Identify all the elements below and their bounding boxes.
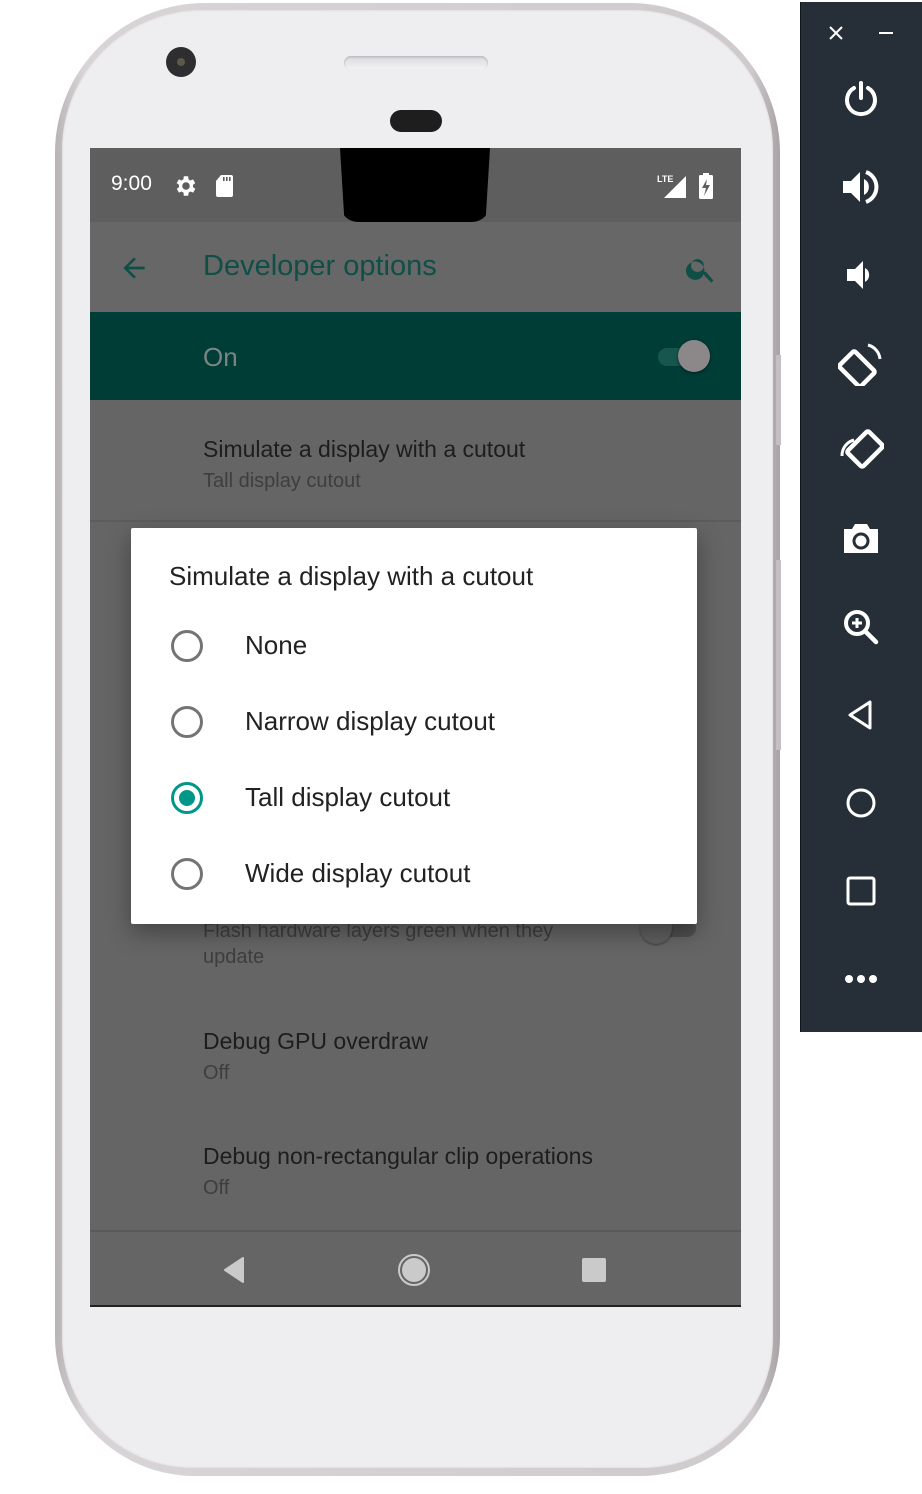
pref-title: Debug GPU overdraw (203, 1028, 428, 1054)
radio-button-checked[interactable] (171, 782, 203, 814)
device-screen: 9:00 LTE Developer options On Simulate a… (90, 148, 741, 1307)
battery-charging-icon (699, 173, 713, 199)
pref-summary: Off (203, 1177, 230, 1199)
minimize-window-button[interactable] (873, 20, 899, 46)
dialog-title: Simulate a display with a cutout (169, 561, 534, 591)
master-switch-label: On (203, 342, 238, 372)
search-icon[interactable] (684, 252, 718, 286)
page-title: Developer options (203, 250, 437, 282)
emulator-back-button[interactable] (836, 690, 886, 740)
rotate-right-button[interactable] (836, 426, 886, 476)
nav-recents-icon[interactable] (576, 1252, 612, 1288)
volume-down-button[interactable] (836, 250, 886, 300)
pref-summary: Tall display cutout (203, 470, 361, 492)
zoom-in-icon (844, 610, 879, 645)
pref-debug-clip-operations[interactable]: Debug non-rectangular clip operations Of… (90, 1123, 741, 1228)
overview-square-icon (846, 876, 876, 906)
arrow-back-icon[interactable] (118, 252, 150, 284)
status-bar: 9:00 LTE (90, 148, 741, 222)
cutout-selection-dialog: Simulate a display with a cutout None Na… (131, 528, 697, 924)
emulator-overview-button[interactable] (836, 866, 886, 916)
back-triangle-icon (848, 700, 872, 730)
display-cutout (340, 148, 490, 222)
pref-title: Debug non-rectangular clip operations (203, 1143, 593, 1169)
radio-button[interactable] (171, 858, 203, 890)
svg-text:LTE: LTE (657, 174, 673, 184)
radio-label: Wide display cutout (245, 858, 471, 888)
divider (90, 520, 741, 522)
lte-signal-icon: LTE (657, 174, 686, 198)
emulator-toolbar (800, 2, 922, 1032)
navigation-bar (90, 1230, 741, 1305)
pref-title: Simulate a display with a cutout (203, 436, 526, 462)
radio-button[interactable] (171, 706, 203, 738)
emulator-window: 9:00 LTE Developer options On Simulate a… (0, 0, 922, 1494)
sd-card-icon (216, 175, 233, 197)
zoom-button[interactable] (836, 602, 886, 652)
pref-summary-line-2: update (203, 946, 265, 968)
nav-home-icon[interactable] (396, 1252, 432, 1288)
radio-label: Narrow display cutout (245, 706, 495, 736)
pref-debug-gpu-overdraw[interactable]: Debug GPU overdraw Off (90, 1008, 741, 1118)
radio-button[interactable] (171, 630, 203, 662)
proximity-sensor (390, 110, 442, 132)
camera-icon (844, 524, 878, 553)
more-horizontal-icon (845, 975, 877, 983)
earpiece-speaker (344, 56, 488, 70)
app-bar: Developer options (90, 222, 741, 312)
volume-side-button (776, 560, 781, 750)
radio-option-none[interactable]: None (131, 608, 697, 684)
radio-label: None (245, 630, 308, 660)
screenshot-button[interactable] (836, 514, 886, 564)
radio-option-narrow[interactable]: Narrow display cutout (131, 684, 697, 760)
close-window-button[interactable] (823, 20, 849, 46)
radio-option-tall[interactable]: Tall display cutout (131, 760, 697, 836)
close-icon (829, 26, 843, 40)
nav-back-icon[interactable] (216, 1252, 252, 1288)
volume-down-icon (847, 261, 870, 289)
volume-up-button[interactable] (836, 162, 886, 212)
settings-icon (176, 176, 196, 196)
master-switch-toggle[interactable] (656, 340, 712, 372)
rotate-left-button[interactable] (836, 338, 886, 388)
power-side-button (776, 355, 781, 445)
radio-label: Tall display cutout (245, 782, 451, 812)
home-circle-icon (846, 788, 876, 818)
rotate-left-icon (838, 343, 882, 386)
front-camera (166, 47, 196, 77)
rotate-right-icon (840, 429, 884, 469)
minimize-icon (879, 32, 893, 34)
developer-options-master-switch-bar[interactable]: On (90, 312, 741, 400)
pref-simulate-cutout[interactable]: Simulate a display with a cutout Tall di… (90, 400, 741, 520)
pref-summary: Off (203, 1062, 230, 1084)
radio-option-wide[interactable]: Wide display cutout (131, 836, 697, 912)
more-options-button[interactable] (836, 954, 886, 1004)
volume-up-icon (843, 170, 879, 204)
emulator-home-button[interactable] (836, 778, 886, 828)
switch-thumb (678, 340, 710, 372)
status-time: 9:00 (111, 172, 152, 195)
power-button[interactable] (836, 74, 886, 124)
power-icon (845, 81, 877, 117)
